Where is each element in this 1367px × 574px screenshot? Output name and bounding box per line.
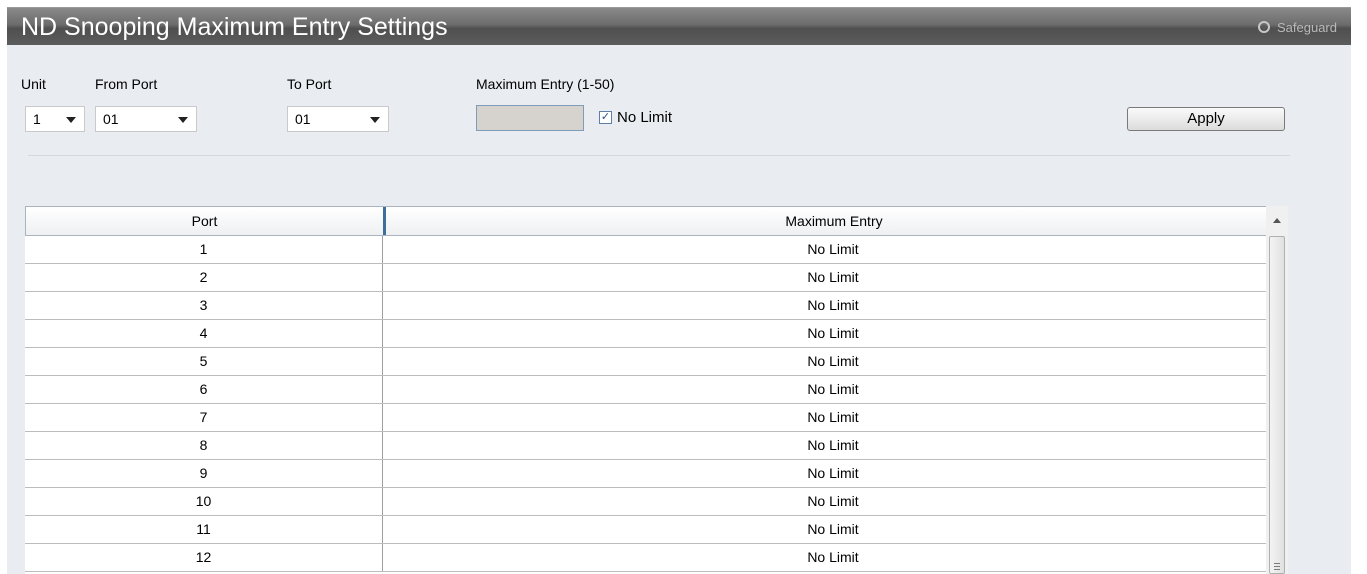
checkmark-icon: ✓	[600, 111, 611, 123]
max-entry-label: Maximum Entry (1-50)	[476, 76, 615, 92]
max-entry-cell: No Limit	[807, 409, 859, 425]
safeguard-indicator[interactable]: Safeguard	[1258, 17, 1337, 37]
chevron-down-icon	[66, 117, 76, 123]
max-entry-cell: No Limit	[807, 353, 859, 369]
table-row: 8 No Limit	[25, 432, 1283, 460]
table-header: Port Maximum Entry	[25, 206, 1283, 236]
port-cell: 5	[25, 348, 383, 375]
max-entry-cell: No Limit	[807, 521, 859, 537]
to-port-select-value: 01	[295, 111, 311, 127]
arrow-up-icon	[1273, 217, 1281, 223]
table-row: 12 No Limit	[25, 544, 1283, 572]
to-port-label: To Port	[287, 76, 332, 92]
table-body: 1 No Limit 2 No Limit 3 No Limit 4 No Limit …	[25, 236, 1283, 572]
title-bar: ND Snooping Maximum Entry Settings Safeg…	[7, 7, 1351, 45]
unit-label: Unit	[21, 76, 46, 92]
max-entry-cell: No Limit	[807, 465, 859, 481]
max-entry-cell: No Limit	[807, 297, 859, 313]
max-entry-input[interactable]	[476, 105, 584, 131]
max-entry-cell: No Limit	[807, 381, 859, 397]
safeguard-label: Safeguard	[1277, 19, 1337, 35]
port-cell: 9	[25, 460, 383, 487]
port-cell: 12	[25, 544, 383, 571]
port-cell: 4	[25, 320, 383, 347]
max-entry-cell: No Limit	[807, 549, 859, 565]
from-port-label: From Port	[95, 76, 158, 92]
port-cell: 11	[25, 516, 383, 543]
scrollbar-thumb[interactable]	[1269, 236, 1285, 574]
from-port-select-value: 01	[103, 111, 119, 127]
grip-line	[1274, 566, 1280, 567]
unit-select[interactable]: 1	[25, 106, 85, 132]
max-entry-table: Port Maximum Entry 1 No Limit 2 No Limit 3…	[25, 206, 1283, 574]
radio-icon	[1258, 21, 1270, 33]
max-entry-cell: No Limit	[807, 269, 859, 285]
port-cell: 8	[25, 432, 383, 459]
port-cell: 10	[25, 488, 383, 515]
port-cell: 1	[25, 236, 383, 263]
page: ND Snooping Maximum Entry Settings Safeg…	[0, 0, 1367, 574]
port-cell: 2	[25, 264, 383, 291]
column-header-port: Port	[191, 213, 218, 229]
table-row: 3 No Limit	[25, 292, 1283, 320]
table-row: 6 No Limit	[25, 376, 1283, 404]
max-entry-cell: No Limit	[807, 493, 859, 509]
table-row: 9 No Limit	[25, 460, 1283, 488]
chevron-down-icon	[178, 117, 188, 123]
page-title: ND Snooping Maximum Entry Settings	[21, 13, 448, 41]
table-row: 5 No Limit	[25, 348, 1283, 376]
chevron-down-icon	[370, 117, 380, 123]
max-entry-cell: No Limit	[807, 437, 859, 453]
table-row: 4 No Limit	[25, 320, 1283, 348]
table-row: 1 No Limit	[25, 236, 1283, 264]
table-row: 11 No Limit	[25, 516, 1283, 544]
max-entry-cell: No Limit	[807, 241, 859, 257]
to-port-select[interactable]: 01	[287, 106, 389, 132]
apply-button[interactable]: Apply	[1127, 107, 1285, 131]
divider	[28, 155, 1290, 156]
port-cell: 3	[25, 292, 383, 319]
grip-icon	[1274, 563, 1280, 564]
settings-panel: Unit From Port To Port Maximum Entry (1-…	[7, 45, 1351, 574]
scroll-up-button[interactable]	[1266, 206, 1288, 234]
table-row: 2 No Limit	[25, 264, 1283, 292]
from-port-select[interactable]: 01	[95, 106, 197, 132]
column-header-max-entry: Maximum Entry	[785, 213, 883, 229]
table-row: 7 No Limit	[25, 404, 1283, 432]
unit-select-value: 1	[33, 111, 41, 127]
table-row: 10 No Limit	[25, 488, 1283, 516]
table-scrollbar[interactable]	[1266, 206, 1288, 574]
port-cell: 6	[25, 376, 383, 403]
port-cell: 7	[25, 404, 383, 431]
no-limit-checkbox[interactable]: ✓	[599, 111, 612, 124]
no-limit-label[interactable]: No Limit	[617, 109, 672, 126]
max-entry-cell: No Limit	[807, 325, 859, 341]
grip-line	[1274, 569, 1280, 570]
